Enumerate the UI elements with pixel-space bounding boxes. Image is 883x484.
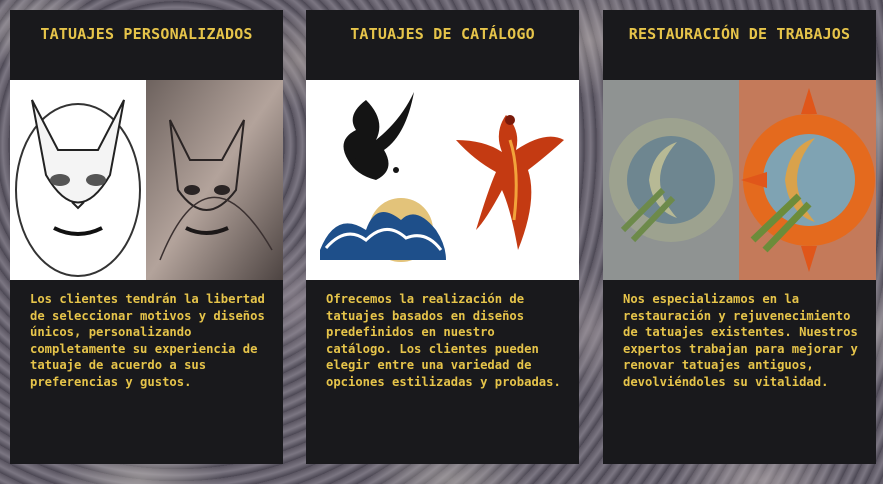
card-title: TATUAJES PERSONALIZADOS: [40, 25, 253, 43]
service-card-catalog: TATUAJES DE CATÁLOGO Ofrecemos la realiz…: [306, 10, 579, 464]
catalog-designs-icon: [306, 80, 579, 280]
service-card-restoration: RESTAURACIÓN DE TRABAJOS Nos especializa…: [603, 10, 876, 464]
card-title: RESTAURACIÓN DE TRABAJOS: [628, 25, 851, 43]
card-title: TATUAJES DE CATÁLOGO: [350, 25, 535, 43]
card-description: Los clientes tendrán la libertad de sele…: [30, 292, 265, 389]
card-description: Ofrecemos la realización de tatuajes bas…: [326, 292, 561, 389]
sun-moon-tattoo-icon: [603, 80, 876, 280]
service-card-custom: TATUAJES PERSONALIZADOS Los clientes ten…: [10, 10, 283, 464]
sphynx-cat-tattoo-icon: [10, 80, 283, 280]
card-description: Nos especializamos en la restauración y …: [623, 292, 858, 389]
